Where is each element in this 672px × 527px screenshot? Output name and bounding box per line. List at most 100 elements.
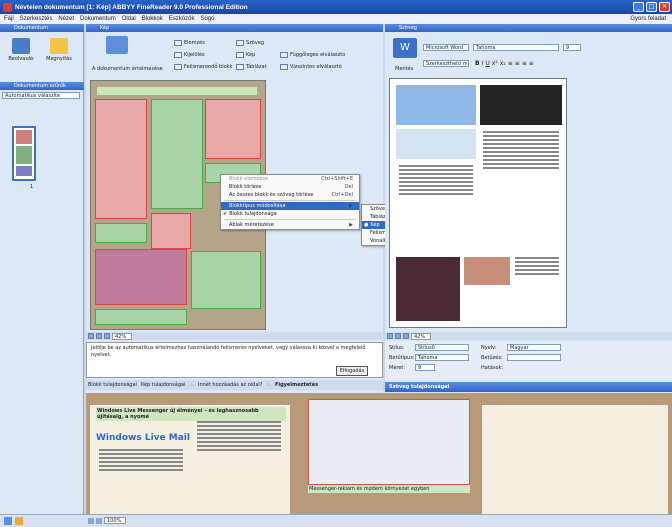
fit-icon[interactable] bbox=[88, 333, 94, 339]
block-text[interactable] bbox=[151, 99, 203, 209]
menu-edit[interactable]: Szerkesztés bbox=[20, 16, 53, 22]
menu-help[interactable]: Súgó bbox=[200, 16, 214, 22]
language-select[interactable]: Magyar bbox=[507, 344, 561, 351]
block-text[interactable] bbox=[97, 87, 257, 95]
lock-icon[interactable] bbox=[15, 517, 23, 525]
page-thumbnail[interactable] bbox=[12, 126, 36, 181]
align-right-icon[interactable]: ≡ bbox=[522, 60, 527, 67]
spacing-field[interactable] bbox=[507, 354, 561, 361]
block-image[interactable] bbox=[205, 99, 261, 159]
page-icon[interactable] bbox=[4, 517, 12, 525]
folder-icon bbox=[50, 38, 68, 54]
italic-button[interactable]: I bbox=[482, 60, 484, 67]
filter-select[interactable]: Automatikus válaszíte bbox=[2, 92, 80, 99]
analyze-label[interactable]: A dokumentum értelmezése bbox=[92, 66, 163, 72]
quick-task[interactable]: Gyors feladat bbox=[630, 16, 666, 22]
minimize-button[interactable]: _ bbox=[633, 2, 644, 12]
zoom-preview[interactable]: Windows Live Messenger új élményei – és … bbox=[86, 393, 672, 514]
align-center-icon[interactable]: ≡ bbox=[515, 60, 520, 67]
font-select[interactable]: Tahoma bbox=[473, 44, 559, 51]
recognized-image[interactable] bbox=[396, 257, 460, 321]
menu-view[interactable]: Nézet bbox=[58, 16, 74, 22]
menu-document[interactable]: Dokumentum bbox=[80, 16, 116, 22]
zoom-out-icon[interactable] bbox=[96, 517, 102, 524]
block-text[interactable] bbox=[191, 251, 261, 309]
tool-horizontal-separator[interactable]: Vízszintes elválasztó bbox=[280, 64, 342, 70]
format-toolbar: B I U x² x₂ ≡ ≡ ≡ ≡ bbox=[475, 60, 534, 67]
analyze-icon[interactable] bbox=[106, 36, 128, 54]
preview-image[interactable] bbox=[308, 399, 470, 485]
block-image[interactable] bbox=[95, 99, 147, 219]
tab-image-properties[interactable]: Kép tulajdonságai bbox=[141, 382, 186, 388]
fit-icon[interactable] bbox=[387, 333, 393, 339]
menu-blocks[interactable]: Blokkok bbox=[142, 16, 163, 22]
recognized-page[interactable] bbox=[389, 78, 567, 328]
menu-item-delete-block[interactable]: Blokk törlése Del bbox=[221, 183, 359, 191]
tab-warning[interactable]: Figyelmeztetés bbox=[275, 382, 318, 388]
block-text[interactable] bbox=[95, 223, 147, 243]
align-left-icon[interactable]: ≡ bbox=[508, 60, 513, 67]
select-tool-icon bbox=[174, 52, 182, 58]
tool-text[interactable]: Szöveg bbox=[236, 40, 264, 46]
tool-select[interactable]: Kijelölés bbox=[174, 52, 205, 58]
preview-page-left: Windows Live Messenger új élményei – és … bbox=[90, 405, 290, 514]
block-image[interactable] bbox=[151, 213, 191, 249]
menu-item-delete-all[interactable]: Az összes blokk és szöveg törlése Ctrl+De… bbox=[221, 191, 359, 199]
tab-add[interactable]: Innét hozzáadás az oldal? bbox=[198, 382, 262, 388]
font-prop-select[interactable]: Tahoma bbox=[415, 354, 469, 361]
bottom-zoom-field[interactable]: 100% bbox=[104, 517, 126, 524]
text-properties-title: Szöveg tulajdonságai bbox=[385, 382, 672, 392]
style-select[interactable]: Stílus0 bbox=[415, 344, 469, 351]
fit-icon[interactable] bbox=[88, 517, 94, 524]
recognized-image[interactable] bbox=[396, 85, 476, 125]
close-button[interactable]: ✕ bbox=[659, 2, 670, 12]
underline-button[interactable]: U bbox=[485, 60, 489, 67]
image-status-bar: 42% bbox=[86, 332, 383, 340]
zoom-field[interactable]: 42% bbox=[112, 332, 132, 340]
tool-table[interactable]: Táblázat bbox=[236, 64, 267, 70]
text-pane-header: Szöveg bbox=[385, 24, 672, 32]
justify-icon[interactable]: ≡ bbox=[529, 60, 534, 67]
save-label[interactable]: Mentés bbox=[395, 66, 413, 72]
accept-button[interactable]: Elfogadás bbox=[336, 366, 368, 376]
zoom-in-icon[interactable] bbox=[403, 333, 409, 339]
tool-recognize-block[interactable]: Felismerendő blokk bbox=[174, 64, 232, 70]
tool-analyze[interactable]: Elemzés bbox=[174, 40, 205, 46]
zoom-out-icon[interactable] bbox=[96, 333, 102, 339]
menu-tools[interactable]: Eszközök bbox=[169, 16, 195, 22]
hsep-tool-icon bbox=[280, 64, 288, 70]
bold-button[interactable]: B bbox=[475, 60, 480, 67]
save-format-select[interactable]: Microsoft Word bbox=[423, 44, 469, 51]
recognized-image[interactable] bbox=[396, 129, 476, 159]
spacing-label: Betűzés: bbox=[481, 355, 503, 361]
menu-item-resize-window[interactable]: Ablak méretezése ▶ bbox=[221, 221, 359, 229]
warning-icon: ⚠ bbox=[189, 382, 194, 388]
block-image[interactable] bbox=[95, 249, 187, 305]
bottom-tabs: Blokk tulajdonságai Kép tulajdonságai ⚠ … bbox=[86, 380, 383, 390]
table-tool-icon bbox=[236, 64, 244, 70]
zoom-in-icon[interactable] bbox=[104, 333, 110, 339]
tool-vertical-separator[interactable]: Függőleges elválasztó bbox=[280, 52, 345, 58]
tool-image[interactable]: Kép bbox=[236, 52, 255, 58]
menu-item-change-type[interactable]: Blokktípus módosítása ▶ bbox=[221, 202, 359, 210]
zoom-out-icon[interactable] bbox=[395, 333, 401, 339]
recognized-image[interactable] bbox=[464, 257, 510, 285]
scan-button[interactable]: Beolvasás bbox=[4, 38, 38, 62]
menu-file[interactable]: Fájl bbox=[4, 16, 14, 22]
open-button[interactable]: Megnyitás bbox=[42, 38, 76, 62]
zoom-field[interactable]: 42% bbox=[411, 332, 431, 340]
menu-page[interactable]: Oldal bbox=[122, 16, 136, 22]
font-size-select[interactable]: 9 bbox=[563, 44, 581, 51]
word-save-icon[interactable]: W bbox=[393, 38, 417, 58]
warning-icon: ⚠ bbox=[266, 382, 271, 388]
menu-item-analyze-block[interactable]: Blokk elemzése Ctrl+Shift+E bbox=[221, 175, 359, 183]
maximize-button[interactable]: □ bbox=[646, 2, 657, 12]
menu-item-block-properties[interactable]: ✔ Blokk tulajdonsága bbox=[221, 210, 359, 218]
recognize-tool-icon bbox=[174, 64, 182, 70]
size-select[interactable]: 9 bbox=[415, 364, 435, 371]
subscript-button[interactable]: x₂ bbox=[500, 60, 506, 67]
superscript-button[interactable]: x² bbox=[492, 60, 498, 67]
block-text[interactable] bbox=[95, 309, 187, 325]
tab-block-properties[interactable]: Blokk tulajdonságai bbox=[88, 382, 137, 388]
layout-select[interactable]: Szerkeszthető m bbox=[423, 60, 469, 67]
